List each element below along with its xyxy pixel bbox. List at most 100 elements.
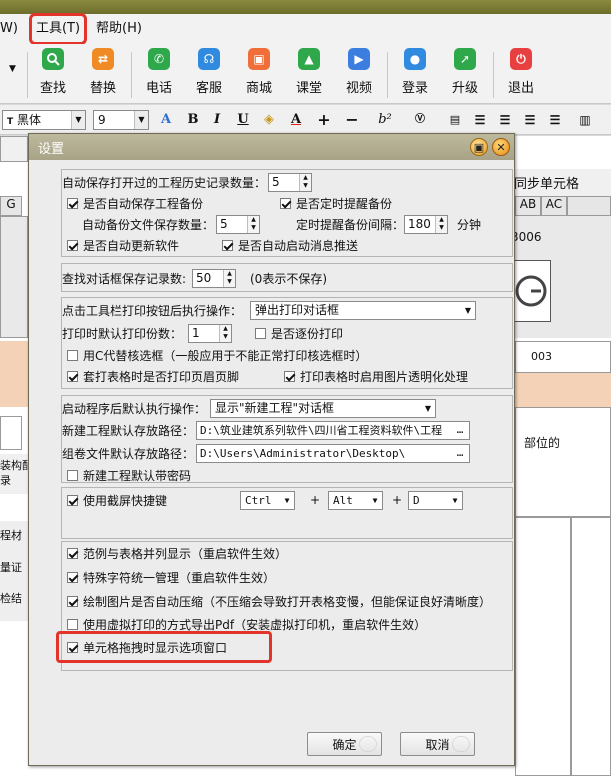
spinner-arrows-icon[interactable]: ▲ ▼ [435, 216, 447, 233]
new-project-path-field[interactable]: D:\筑业建筑系列软件\四川省工程资料软件\工程 … [196, 421, 470, 440]
volume-path-field[interactable]: D:\Users\Administrator\Desktop\ … [196, 444, 470, 463]
screenshot-checkbox[interactable]: 使用截屏快捷键 [67, 490, 167, 510]
checkbox-icon[interactable] [284, 370, 295, 382]
spinner-arrows-icon[interactable]: ▲ ▼ [219, 325, 231, 342]
print-action-value: 弹出打印对话框 [255, 303, 340, 317]
browse-button[interactable]: … [451, 445, 469, 462]
service-button[interactable]: ☊ 客服 [185, 48, 233, 96]
dialog-titlebar[interactable]: 设置 ▣ ✕ [29, 134, 514, 160]
checkbox-icon[interactable] [67, 547, 78, 559]
checkbox-icon[interactable] [255, 327, 266, 339]
startup-action-select[interactable]: 显示"新建工程"对话框 ▼ [210, 399, 436, 418]
align-left-icon[interactable]: ☰ [470, 111, 490, 129]
checkbox-icon[interactable] [67, 618, 78, 630]
classroom-button[interactable]: ▲ 课堂 [285, 48, 333, 96]
find-button[interactable]: 查找 [29, 48, 77, 96]
checkbox-icon[interactable] [67, 370, 78, 382]
remove-minus-button[interactable]: − [342, 111, 362, 129]
checkbox-icon[interactable] [67, 349, 78, 361]
auto-update-checkbox[interactable]: 是否自动更新软件 [67, 235, 179, 255]
ok-button[interactable]: 确定 [307, 732, 382, 756]
special-char-checkbox[interactable]: 特殊字符统一管理（重启软件生效） [67, 567, 275, 587]
checkbox-icon[interactable] [67, 494, 78, 506]
print-action-select[interactable]: 弹出打印对话框 ▼ [250, 301, 476, 320]
cancel-button[interactable]: 取消 [400, 732, 475, 756]
history-count-value: 5 [272, 175, 280, 189]
checkbox-icon[interactable] [280, 197, 291, 209]
play-icon: ▶ [348, 48, 370, 70]
align-center-icon[interactable]: ☰ [495, 111, 515, 129]
sync-label[interactable]: 同步单元格 [514, 173, 579, 192]
fill-color-icon[interactable]: ◈ [259, 111, 279, 129]
remind-interval-spinner[interactable]: 180 ▲ ▼ [404, 215, 448, 234]
replace-button[interactable]: ⇄ 替换 [79, 48, 127, 96]
startup-action-label: 启动程序后默认执行操作： [62, 401, 207, 416]
menu-help[interactable]: 帮助(H) [90, 14, 148, 44]
power-icon: ⏻ [510, 48, 532, 70]
checkbox-icon[interactable] [67, 239, 78, 251]
distribute-icon[interactable]: ▥ [575, 111, 595, 129]
auto-push-checkbox[interactable]: 是否自动启动消息推送 [222, 235, 358, 255]
login-button[interactable]: ● 登录 [391, 48, 439, 96]
col-g-label: G [6, 197, 16, 211]
plus-sign: + [310, 493, 321, 507]
hotkey-3-select[interactable]: D ▼ [408, 491, 463, 510]
auto-backup-checkbox[interactable]: 是否自动保存工程备份 [67, 193, 203, 213]
checkbox-icon[interactable] [67, 197, 78, 209]
checkbox-icon[interactable] [67, 571, 78, 583]
collate-label: 是否逐份打印 [271, 326, 344, 341]
col-header-ac: AC [541, 196, 567, 216]
menu-tools[interactable]: 工具(T) [28, 13, 88, 45]
upgrade-label: 升级 [451, 81, 478, 96]
font-size-select[interactable]: 9 ▼ [93, 110, 149, 130]
backup-panel: 自动保存打开过的工程历史记录数量： 5 ▲ ▼ 是否自动保存工程备份 是否定时提醒… [61, 169, 513, 257]
video-button[interactable]: ▶ 视频 [335, 48, 383, 96]
phone-button[interactable]: ✆ 电话 [135, 48, 183, 96]
spinner-arrows-icon[interactable]: ▲ ▼ [247, 216, 259, 233]
maximize-icon[interactable]: ▣ [470, 138, 488, 156]
new-with-pwd-checkbox[interactable]: 新建工程默认带密码 [67, 465, 191, 485]
backup-count-spinner[interactable]: 5 ▲ ▼ [216, 215, 260, 234]
spinner-arrows-icon[interactable]: ▲ ▼ [299, 174, 311, 191]
justify-icon[interactable]: ☰ [545, 111, 565, 129]
checkbox-icon[interactable] [67, 595, 78, 607]
history-count-spinner[interactable]: 5 ▲ ▼ [268, 173, 312, 192]
hotkey-2-value: Alt [333, 494, 353, 507]
toolbar-dropdown-arrow[interactable]: ▼ [9, 64, 16, 74]
superscript-button[interactable]: b² [375, 111, 395, 129]
font-color-button[interactable]: A [286, 111, 306, 129]
browse-button[interactable]: … [451, 422, 469, 439]
checkbox-icon[interactable] [67, 469, 78, 481]
menu-window[interactable]: W) [0, 14, 24, 44]
font-style-icon[interactable]: A [156, 111, 176, 129]
hotkey-2-select[interactable]: Alt ▼ [328, 491, 383, 510]
align-right-icon[interactable]: ☰ [520, 111, 540, 129]
print-copies-spinner[interactable]: 1 ▲ ▼ [188, 324, 232, 343]
collate-checkbox[interactable]: 是否逐份打印 [255, 323, 343, 343]
upgrade-button[interactable]: ➚ 升级 [441, 48, 489, 96]
header-footer-checkbox[interactable]: 套打表格时是否打印页眉页脚 [67, 366, 239, 386]
timed-remind-checkbox[interactable]: 是否定时提醒备份 [280, 193, 392, 213]
font-name-select[interactable]: T 黑体 ▼ [2, 110, 86, 130]
sample-checkbox[interactable]: 范例与表格并列显示（重启软件生效） [67, 543, 287, 563]
shop-button[interactable]: ▣ 商城 [235, 48, 283, 96]
left-label-2: 录 [0, 474, 11, 487]
spinner-arrows-icon[interactable]: ▲ ▼ [223, 270, 235, 287]
compress-checkbox[interactable]: 绘制图片是否自动压缩（不压缩会导致打开表格变慢，但能保证良好清晰度） [67, 591, 491, 611]
find-history-spinner[interactable]: 50 ▲ ▼ [192, 269, 236, 288]
frame-icon[interactable]: ▤ [445, 111, 465, 129]
menu-bar: W) 工具(T) 帮助(H) [0, 13, 611, 45]
close-icon[interactable]: ✕ [492, 138, 510, 156]
transparent-checkbox[interactable]: 打印表格时启用图片透明化处理 [284, 366, 468, 386]
underline-button[interactable]: U [233, 111, 253, 129]
insert-plus-button[interactable]: + [314, 111, 334, 129]
special-char-icon[interactable]: Ⓥ [410, 111, 430, 129]
checkbox-icon[interactable] [222, 239, 233, 251]
hotkey-1-select[interactable]: Ctrl ▼ [240, 491, 295, 510]
part-cell: 部位的 [515, 407, 611, 517]
backup-count-label: 自动备份文件保存数量： [82, 217, 215, 232]
exit-button[interactable]: ⏻ 退出 [497, 48, 545, 96]
italic-button[interactable]: I [207, 111, 227, 129]
bold-button[interactable]: B [183, 111, 203, 129]
use-c-checkbox[interactable]: 用C代替核选框（一般应用于不能正常打印核选框时） [67, 345, 367, 365]
